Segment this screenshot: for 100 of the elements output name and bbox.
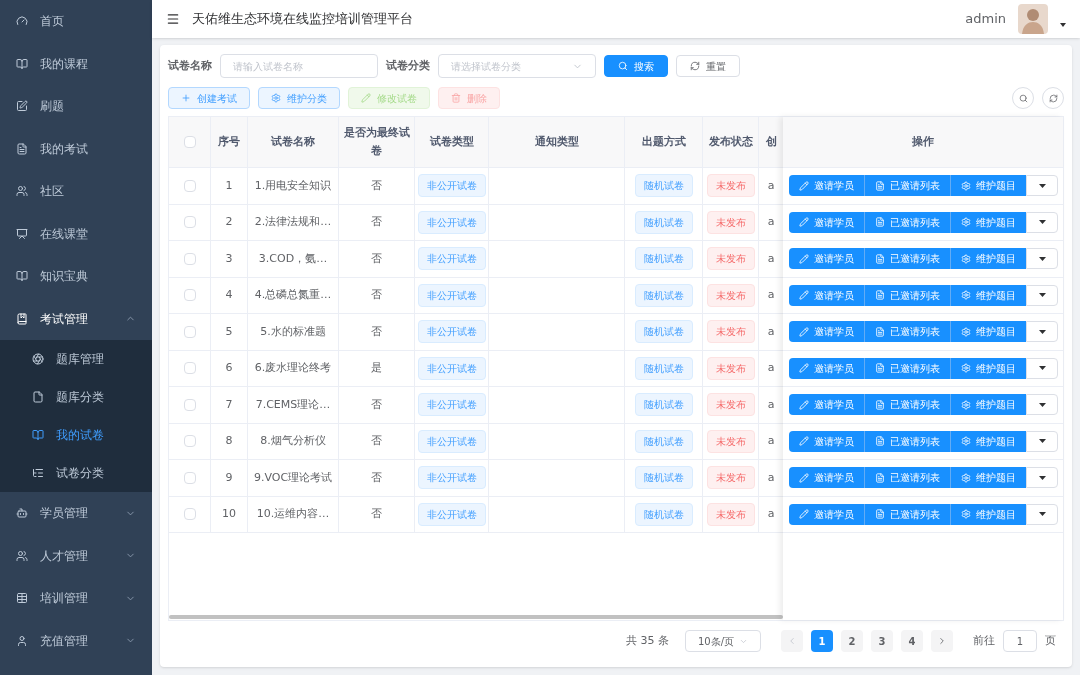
submenu-item[interactable]: 题库管理 — [0, 340, 152, 378]
next-page-button[interactable] — [931, 630, 953, 652]
caret-icon[interactable] — [1060, 23, 1066, 27]
action-button[interactable]: 邀请学员 — [789, 211, 864, 233]
row-checkbox[interactable] — [183, 179, 196, 192]
action-button[interactable]: 已邀请列表 — [864, 284, 950, 306]
action-button[interactable]: 已邀请列表 — [864, 467, 950, 489]
more-dropdown-button[interactable] — [1026, 284, 1058, 306]
submenu-item[interactable]: 试卷分类 — [0, 454, 152, 492]
action-button[interactable]: 维护题目 — [950, 175, 1026, 197]
page-button[interactable]: 2 — [841, 630, 863, 652]
table-cell-text: 6.废水理论终考 — [254, 360, 332, 376]
action-button[interactable]: 邀请学员 — [789, 175, 864, 197]
row-checkbox[interactable] — [183, 435, 196, 448]
page-button[interactable]: 4 — [901, 630, 923, 652]
action-button[interactable]: 维护题目 — [950, 357, 1026, 379]
toolbar-button[interactable]: 创建考试 — [168, 87, 250, 109]
action-button[interactable]: 邀请学员 — [789, 248, 864, 270]
action-icon — [961, 180, 971, 191]
sidebar-item[interactable]: 人才管理 — [0, 534, 152, 577]
action-button[interactable]: 邀请学员 — [789, 503, 864, 525]
toolbar-button[interactable]: 维护分类 — [258, 87, 340, 109]
row-checkbox[interactable] — [183, 471, 196, 484]
action-button[interactable]: 已邀请列表 — [864, 503, 950, 525]
more-dropdown-button[interactable] — [1026, 357, 1058, 379]
action-button[interactable]: 已邀请列表 — [864, 430, 950, 452]
table-cell: 9.VOC理论考试 — [253, 469, 333, 486]
avatar[interactable] — [1018, 4, 1048, 34]
action-button[interactable]: 已邀请列表 — [864, 357, 950, 379]
more-dropdown-button[interactable] — [1026, 321, 1058, 343]
sidebar-item[interactable]: 充值管理 — [0, 619, 152, 662]
table-cell-text: 4 — [225, 287, 233, 303]
table-cell: 否 — [371, 250, 382, 267]
action-button[interactable]: 邀请学员 — [789, 394, 864, 416]
tag: 非公开试卷 — [417, 174, 486, 198]
more-dropdown-button[interactable] — [1026, 394, 1058, 416]
action-button[interactable]: 已邀请列表 — [864, 394, 950, 416]
toolbar-icon — [271, 93, 281, 103]
submenu-item[interactable]: 题库分类 — [0, 378, 152, 416]
action-icon — [799, 217, 809, 228]
sidebar-item[interactable]: 知识宝典 — [0, 255, 152, 298]
action-button[interactable]: 已邀请列表 — [864, 175, 950, 197]
action-button[interactable]: 维护题目 — [950, 248, 1026, 270]
action-button[interactable]: 维护题目 — [950, 211, 1026, 233]
action-button[interactable]: 邀请学员 — [789, 430, 864, 452]
table-cell-text: 4.总磷总氮重… — [254, 287, 332, 303]
action-button[interactable]: 维护题目 — [950, 503, 1026, 525]
action-button[interactable]: 维护题目 — [950, 321, 1026, 343]
action-button[interactable]: 维护题目 — [950, 284, 1026, 306]
sidebar-item[interactable]: 在线课堂 — [0, 212, 152, 255]
more-dropdown-button[interactable] — [1026, 248, 1058, 270]
more-dropdown-button[interactable] — [1026, 430, 1058, 452]
tag: 未发布 — [706, 466, 755, 490]
column-header: 序号 — [218, 134, 240, 150]
action-button[interactable]: 邀请学员 — [789, 467, 864, 489]
action-button[interactable]: 已邀请列表 — [864, 321, 950, 343]
sidebar-item[interactable]: 首页 — [0, 0, 152, 43]
page-suffix: 页 — [1045, 632, 1056, 649]
row-checkbox[interactable] — [183, 362, 196, 375]
horizontal-scrollbar[interactable] — [169, 615, 783, 619]
more-dropdown-button[interactable] — [1026, 467, 1058, 489]
submenu-item[interactable]: 我的试卷 — [0, 416, 152, 454]
action-button[interactable]: 邀请学员 — [789, 321, 864, 343]
action-icon — [961, 326, 971, 337]
action-button[interactable]: 维护题目 — [950, 394, 1026, 416]
row-checkbox[interactable] — [183, 289, 196, 302]
page-size-select[interactable]: 10条/页 — [685, 630, 761, 652]
page-jump-field[interactable]: 1 — [1003, 630, 1037, 652]
action-button[interactable]: 已邀请列表 — [864, 211, 950, 233]
action-button[interactable]: 已邀请列表 — [864, 248, 950, 270]
page-button[interactable]: 1 — [811, 630, 833, 652]
row-checkbox[interactable] — [183, 216, 196, 229]
row-checkbox[interactable] — [183, 508, 196, 521]
row-checkbox[interactable] — [183, 252, 196, 265]
action-button[interactable]: 维护题目 — [950, 430, 1026, 452]
reset-button[interactable]: 重置 — [676, 55, 740, 77]
sidebar-item[interactable]: 学员管理 — [0, 492, 152, 535]
prev-page-button[interactable] — [781, 630, 803, 652]
tag: 未发布 — [706, 210, 755, 234]
sidebar-item[interactable]: 培训管理 — [0, 577, 152, 620]
page-button[interactable]: 3 — [871, 630, 893, 652]
chevron-right-icon — [937, 636, 947, 646]
user-name[interactable]: admin — [965, 9, 1006, 29]
search-button[interactable]: 搜索 — [604, 55, 668, 77]
action-button[interactable]: 邀请学员 — [789, 284, 864, 306]
sidebar-item[interactable]: 刷题 — [0, 85, 152, 128]
sidebar-item[interactable]: 我的考试 — [0, 127, 152, 170]
action-button[interactable]: 邀请学员 — [789, 357, 864, 379]
row-checkbox[interactable] — [183, 398, 196, 411]
caret-icon — [1038, 220, 1046, 225]
action-button[interactable]: 维护题目 — [950, 467, 1026, 489]
tag: 随机试卷 — [634, 283, 693, 307]
sidebar-item[interactable]: 我的课程 — [0, 42, 152, 85]
sidebar-item[interactable]: 考试管理 — [0, 297, 152, 340]
sidebar-item[interactable]: 社区 — [0, 170, 152, 213]
more-dropdown-button[interactable] — [1026, 175, 1058, 197]
select-all-checkbox[interactable] — [183, 136, 196, 148]
more-dropdown-button[interactable] — [1026, 503, 1058, 525]
row-checkbox[interactable] — [183, 325, 196, 338]
more-dropdown-button[interactable] — [1026, 211, 1058, 233]
